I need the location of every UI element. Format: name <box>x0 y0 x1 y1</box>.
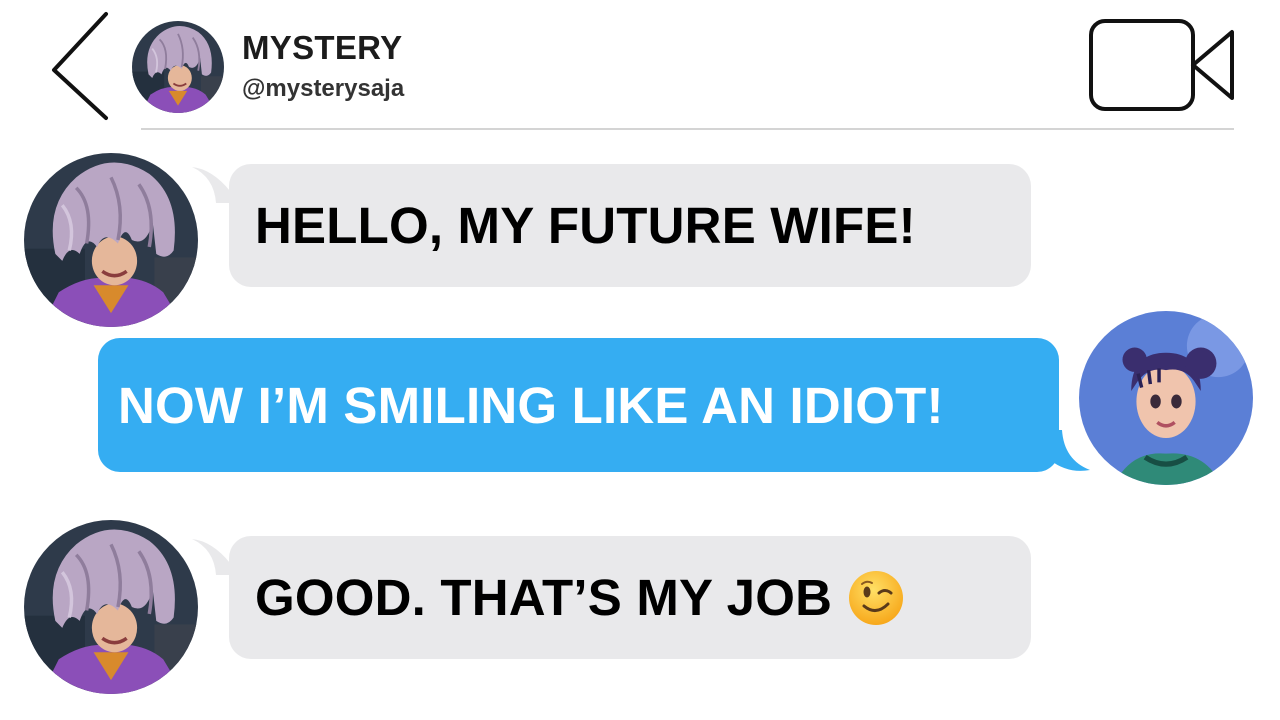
message-bubble-received[interactable]: GOOD. THAT’S MY JOB <box>229 536 1031 659</box>
message-bubble-sent[interactable]: NOW I’M SMILING LIKE AN IDIOT! <box>98 338 1059 472</box>
user-avatar[interactable] <box>1079 311 1253 485</box>
chevron-left-icon <box>40 8 120 124</box>
video-call-button[interactable] <box>1084 14 1240 116</box>
back-button[interactable] <box>40 8 120 124</box>
message-text: GOOD. THAT’S MY JOB <box>255 569 833 626</box>
contact-avatar[interactable] <box>132 21 224 113</box>
header-divider <box>141 128 1234 130</box>
winking-face-emoji-icon <box>848 570 904 626</box>
mystery-avatar[interactable] <box>24 153 198 327</box>
mystery-avatar[interactable] <box>24 520 198 694</box>
contact-name: MYSTERY <box>242 29 403 66</box>
message-text: HELLO, MY FUTURE WIFE! <box>255 197 916 254</box>
message-text: NOW I’M SMILING LIKE AN IDIOT! <box>118 376 944 434</box>
chat-screen: MYSTERY @mysterysaja HELLO, MY FUTURE WI… <box>0 0 1280 720</box>
message-bubble-received[interactable]: HELLO, MY FUTURE WIFE! <box>229 164 1031 287</box>
video-camera-icon <box>1084 14 1240 116</box>
contact-handle: @mysterysaja <box>242 75 405 102</box>
